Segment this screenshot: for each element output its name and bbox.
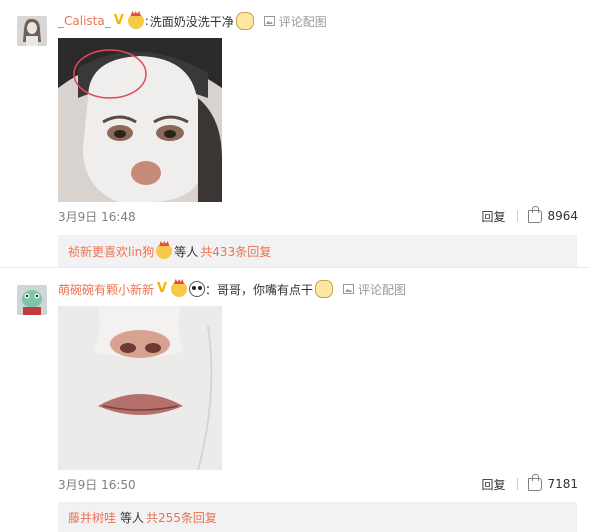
thumbs-up-icon: [528, 473, 543, 491]
avatar[interactable]: [17, 285, 47, 315]
meta-divider: [517, 210, 519, 222]
comment-item: 萌碗碗有颗小新新 V ：哥哥，你嘴有点干 评论配图 3月9日 16:50 回复: [0, 268, 589, 532]
sub-replies-bar: 祯新更喜欢lin狗 等人 共433条回复: [58, 235, 577, 267]
crown-emoji-icon: [171, 281, 188, 297]
comment-image-label: 评论配图: [358, 282, 407, 297]
like-button[interactable]: 7181: [528, 473, 578, 491]
username-link[interactable]: 萌碗碗有颗小新新: [58, 281, 154, 298]
comment-image-label: 评论配图: [278, 14, 327, 29]
comment-text: ：哥哥，你嘴有点干: [205, 282, 314, 297]
thumbs-up-icon: [528, 205, 543, 223]
comment-photo[interactable]: [58, 306, 222, 470]
others-label: 等人: [120, 510, 145, 525]
comment-timestamp: 3月9日 16:48: [58, 209, 136, 224]
crown-emoji-icon: [127, 13, 144, 29]
view-replies-link[interactable]: 共433条回复: [200, 243, 271, 260]
comment-header: 萌碗碗有颗小新新 V ：哥哥，你嘴有点干 评论配图: [58, 280, 406, 298]
comment-text: 洗面奶没洗干净: [149, 14, 234, 29]
panda-emoji-icon: [189, 281, 206, 297]
username-link[interactable]: _Calista_: [58, 14, 111, 28]
image-icon: [263, 16, 275, 26]
comment-image-link[interactable]: 评论配图: [343, 281, 406, 298]
comment-photo[interactable]: [58, 38, 222, 202]
sub-replies-bar: 藤井树哇 等人 共255条回复: [58, 502, 577, 532]
reply-user-link[interactable]: 藤井树哇: [68, 509, 116, 526]
others-label: 等人: [174, 244, 199, 259]
like-count: 7181: [547, 477, 578, 491]
like-button[interactable]: 8964: [528, 205, 578, 223]
verified-v-icon: V: [157, 281, 168, 296]
cat-emoji-icon: [235, 12, 254, 30]
view-replies-link[interactable]: 共255条回复: [146, 509, 217, 526]
comment-header: _Calista_ V : 洗面奶没洗干净 评论配图: [58, 12, 327, 30]
comment-item: _Calista_ V : 洗面奶没洗干净 评论配图 3月9日 16:48 回复…: [0, 0, 589, 268]
colon: :: [144, 14, 149, 28]
comment-image-link[interactable]: 评论配图: [263, 13, 327, 30]
reply-user-link[interactable]: 祯新更喜欢lin狗: [68, 243, 154, 260]
verified-v-icon: V: [113, 13, 124, 28]
comment-timestamp: 3月9日 16:50: [58, 477, 136, 492]
reply-button[interactable]: 回复: [481, 476, 505, 493]
comment-meta: 3月9日 16:50 回复 7181: [58, 473, 578, 493]
comment-meta: 3月9日 16:48 回复 8964: [58, 205, 578, 225]
avatar[interactable]: [17, 16, 47, 46]
reply-button[interactable]: 回复: [481, 208, 505, 225]
like-count: 8964: [547, 209, 578, 223]
image-icon: [343, 284, 355, 294]
cat-emoji-icon: [315, 280, 334, 298]
crown-emoji-icon: [156, 243, 173, 259]
meta-divider: [517, 478, 519, 490]
